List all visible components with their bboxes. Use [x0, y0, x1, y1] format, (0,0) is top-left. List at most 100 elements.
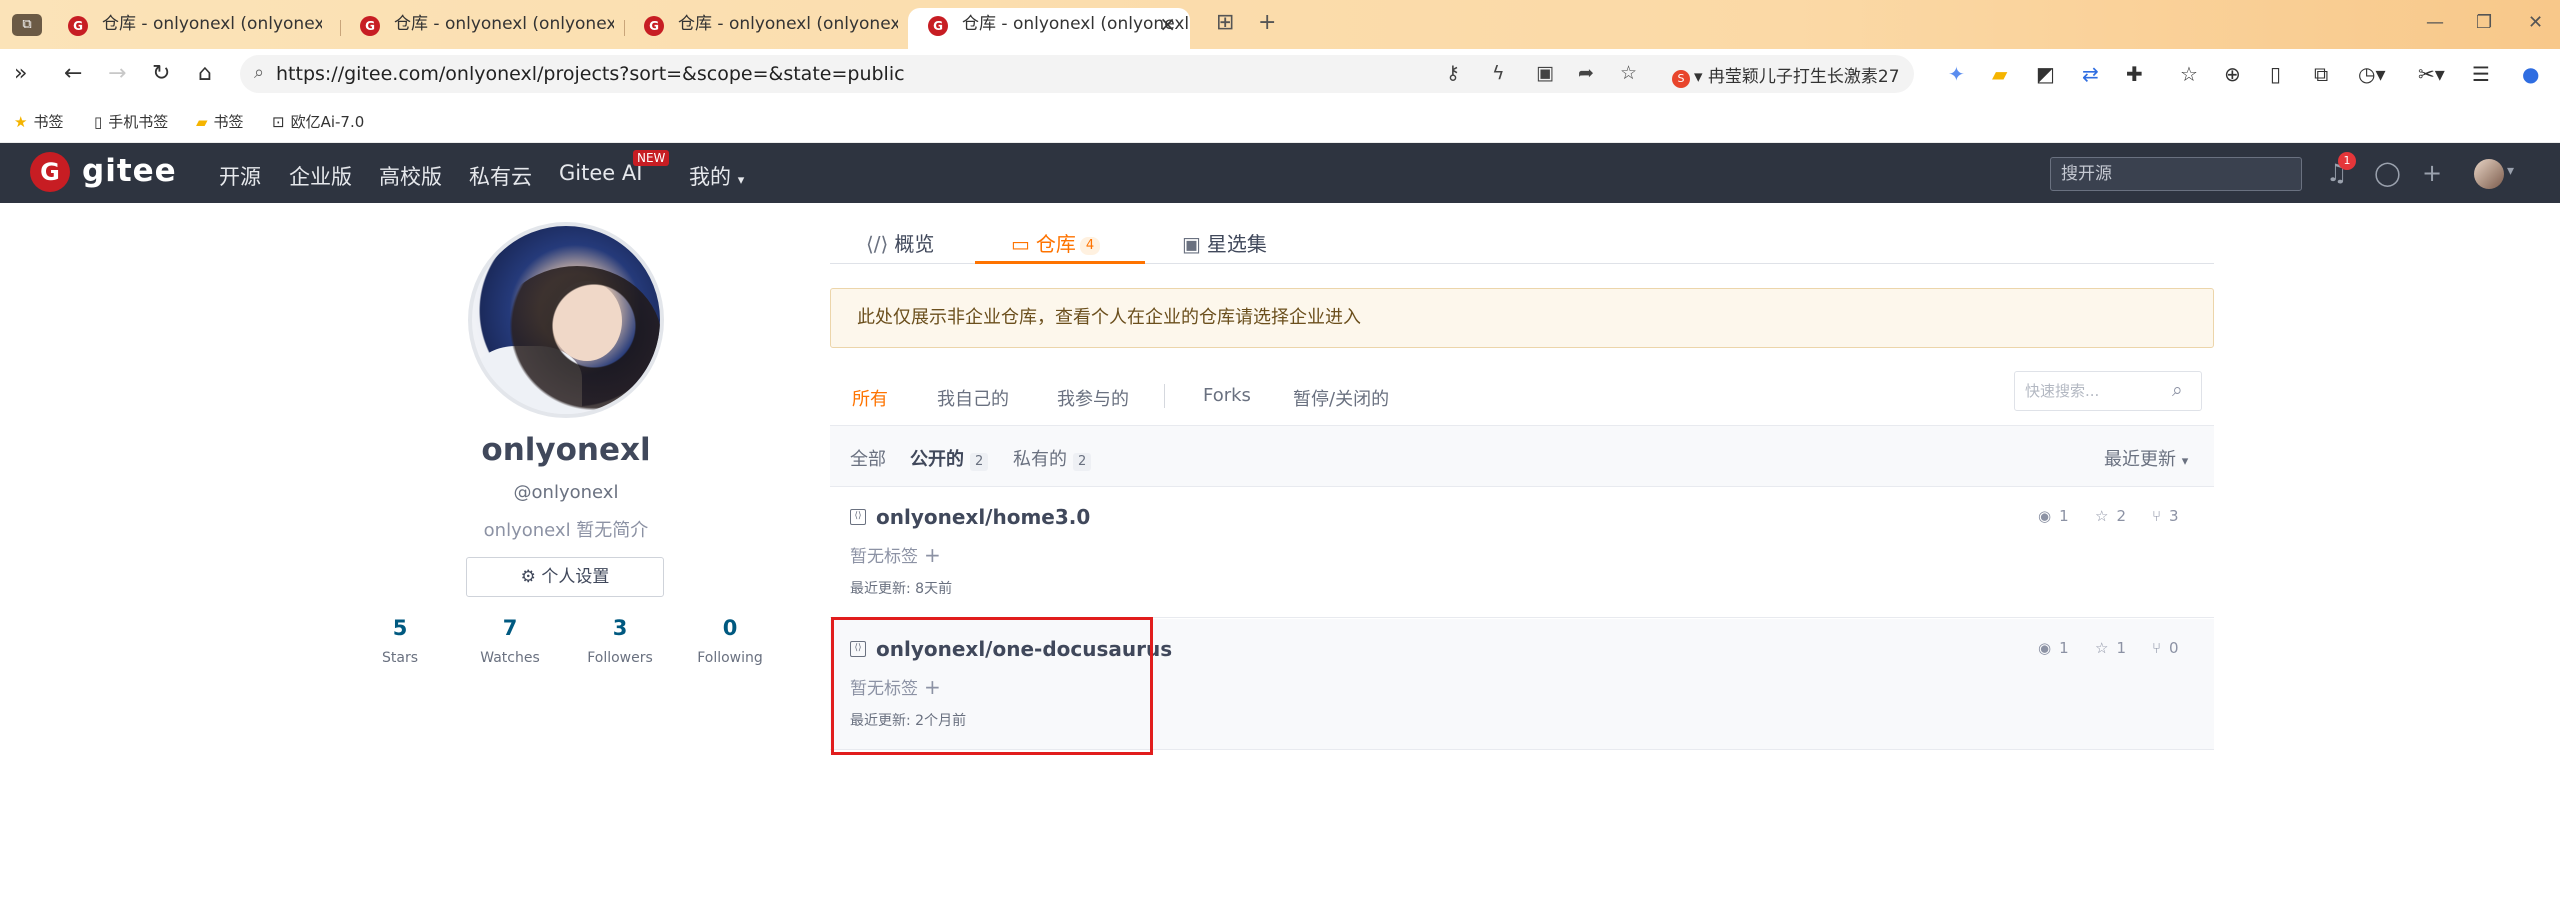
gitee-favicon-icon: G [928, 16, 948, 36]
key-icon[interactable]: ⚷ [1446, 62, 1460, 84]
tab-title: 仓库 - onlyonexl (onlyonexl) - [678, 14, 898, 34]
active-tab-underline [975, 261, 1145, 264]
browser-tab[interactable]: G 仓库 - onlyonexl (onlyonexl) - Gi [48, 8, 322, 49]
stat-label: Following [697, 650, 763, 666]
repo-stars[interactable]: ☆ 1 [2095, 639, 2126, 657]
close-tab-icon[interactable]: × [1159, 8, 1176, 41]
repo-watches[interactable]: ◉ 1 [2038, 639, 2069, 657]
tab-label: 概览 [894, 232, 935, 256]
bookmark-item[interactable]: ★ 书签 [14, 111, 63, 132]
reader-mode-icon[interactable]: ▣ [1536, 62, 1554, 84]
repo-name-link[interactable]: onlyonexl/home3.0 [876, 505, 1090, 529]
nav-gitee-ai[interactable]: Gitee AI [559, 161, 642, 185]
close-window-icon[interactable]: ✕ [2528, 12, 2543, 33]
menu-icon[interactable]: ☰ [2472, 61, 2490, 87]
search-icon[interactable]: ⌕ [2172, 379, 2183, 401]
share-icon[interactable]: ➦ [1578, 62, 1594, 84]
tab-collections[interactable]: ▣ 星选集 [1182, 228, 1267, 257]
search-suggestion[interactable]: S ▾ 冉莹颖儿子打生长激素27 [1672, 62, 1912, 88]
url-text[interactable]: https://gitee.com/onlyonexl/projects?sor… [276, 63, 905, 85]
reload-icon[interactable]: ↻ [152, 61, 170, 87]
back-icon[interactable]: ← [64, 61, 82, 87]
repo-item[interactable]: ⟨⟩ onlyonexl/home3.0 暂无标签 + 最近更新: 8天前 ◉ 1 … [830, 487, 2214, 618]
chart-ext-icon[interactable]: ◩ [2036, 61, 2055, 87]
minimize-icon[interactable]: — [2426, 12, 2444, 33]
stat-value: 7 [502, 616, 518, 640]
extensions-icon[interactable]: ✚ [2126, 61, 2143, 87]
repo-updated: 最近更新: 8天前 [850, 581, 953, 597]
mobile-icon[interactable]: ▯ [2270, 61, 2281, 87]
star-icon: ★ [14, 113, 28, 131]
bookmark-item[interactable]: ▯ 手机书签 [94, 111, 168, 132]
tab-repositories[interactable]: ▭ 仓库 4 [1011, 228, 1101, 257]
browser-tab-active[interactable]: G 仓库 - onlyonexl (onlyonexl) × [908, 8, 1190, 49]
sidebar-toggle-icon[interactable]: » [14, 61, 27, 87]
site-info-icon[interactable]: ⌕ [254, 62, 264, 83]
window-menu-icon[interactable]: ⧉ [12, 14, 42, 36]
repo-watches[interactable]: ◉ 1 [2038, 507, 2069, 525]
scope-all[interactable]: 全部 [850, 445, 886, 471]
nav-enterprise[interactable]: 企业版 [289, 161, 352, 191]
new-badge: NEW [633, 150, 670, 166]
lightning-icon[interactable]: ϟ [1492, 62, 1505, 84]
chevron-down-icon[interactable]: ▾ [2507, 163, 2514, 179]
screenshot-icon[interactable]: ⧉ [2314, 61, 2328, 87]
search-engine-icon: S [1672, 70, 1690, 88]
nav-mine[interactable]: 我的 ▾ [689, 161, 744, 191]
personal-settings-button[interactable]: ⚙ 个人设置 [466, 557, 664, 597]
star-outline-icon: ☆ [2095, 507, 2109, 525]
nav-education[interactable]: 高校版 [379, 161, 442, 191]
browser-tab[interactable]: G 仓库 - onlyonexl (onlyonexl) - [340, 8, 614, 49]
repo-forks[interactable]: ⑂ 0 [2152, 639, 2179, 657]
filter-participated[interactable]: 我参与的 [1057, 385, 1129, 411]
forward-icon[interactable]: → [108, 61, 126, 87]
download-icon[interactable]: ⊕ [2224, 61, 2241, 87]
gitee-favicon-icon: G [644, 16, 664, 36]
lightbulb-icon[interactable]: ◯ [2374, 159, 2401, 187]
browser-tab[interactable]: G 仓库 - onlyonexl (onlyonexl) - [624, 8, 898, 49]
stat-followers[interactable]: 3 Followers [575, 616, 665, 666]
repo-forks[interactable]: ⑂ 3 [2152, 507, 2179, 525]
bookmark-item[interactable]: ▰ 书签 [196, 111, 244, 132]
gitee-search-input[interactable]: 搜开源 [2050, 157, 2302, 191]
favorites-icon[interactable]: ☆ [2180, 61, 2198, 87]
sort-dropdown[interactable]: 最近更新 ▾ [2104, 445, 2188, 471]
stat-following[interactable]: 0 Following [685, 616, 775, 666]
nav-open-source[interactable]: 开源 [219, 161, 261, 191]
bookmark-item[interactable]: ⊡ 欧亿Ai-7.0 [272, 111, 364, 132]
scope-public[interactable]: 公开的 2 [910, 445, 989, 471]
restore-icon[interactable]: ❐ [2476, 12, 2492, 33]
folder-ext-icon[interactable]: ▰ [1992, 61, 2007, 87]
user-avatar[interactable] [2474, 159, 2504, 189]
cut-icon[interactable]: ✂▾ [2418, 61, 2445, 87]
repo-stars[interactable]: ☆ 2 [2095, 507, 2126, 525]
filter-forks[interactable]: Forks [1203, 385, 1251, 406]
filter-mine[interactable]: 我自己的 [937, 385, 1009, 411]
gitee-logo-text[interactable]: gitee [82, 153, 177, 189]
home-icon[interactable]: ⌂ [198, 61, 212, 87]
address-bar[interactable]: ⌕ https://gitee.com/onlyonexl/projects?s… [240, 55, 1914, 93]
nav-private-cloud[interactable]: 私有云 [469, 161, 532, 191]
plus-icon[interactable]: + [2422, 159, 2442, 187]
add-tag-icon[interactable]: + [924, 543, 941, 567]
tab-overview[interactable]: ⟨/⟩ 概览 [866, 228, 934, 257]
gitee-logo-icon[interactable]: G [30, 152, 70, 192]
scope-private[interactable]: 私有的 2 [1013, 445, 1092, 471]
stat-watches[interactable]: 7 Watches [465, 616, 555, 666]
bookmark-star-icon[interactable]: ☆ [1620, 62, 1637, 84]
ai-assistant-icon[interactable]: ✦ [1948, 61, 1965, 87]
gitee-header: G gitee 开源 企业版 高校版 私有云 Gitee AI NEW 我的 ▾… [0, 143, 2560, 203]
stat-stars[interactable]: 5 Stars [355, 616, 445, 666]
tab-groups-icon[interactable]: ⊞ [1216, 10, 1234, 35]
new-tab-icon[interactable]: + [1258, 10, 1276, 35]
profile-icon[interactable]: ● [2522, 61, 2539, 87]
history-icon[interactable]: ◷▾ [2358, 61, 2386, 87]
filter-all[interactable]: 所有 [852, 385, 888, 411]
stat-label: Stars [381, 650, 418, 666]
filter-closed[interactable]: 暂停/关闭的 [1293, 385, 1389, 411]
chevron-down-icon: ▾ [2181, 454, 2189, 469]
browser-tab-bar: ⧉ G 仓库 - onlyonexl (onlyonexl) - Gi G 仓库… [0, 0, 2560, 49]
translate-icon[interactable]: ⇄ [2082, 61, 2099, 87]
repo-icon: ⟨⟩ [850, 509, 866, 525]
eye-icon: ◉ [2038, 507, 2052, 525]
